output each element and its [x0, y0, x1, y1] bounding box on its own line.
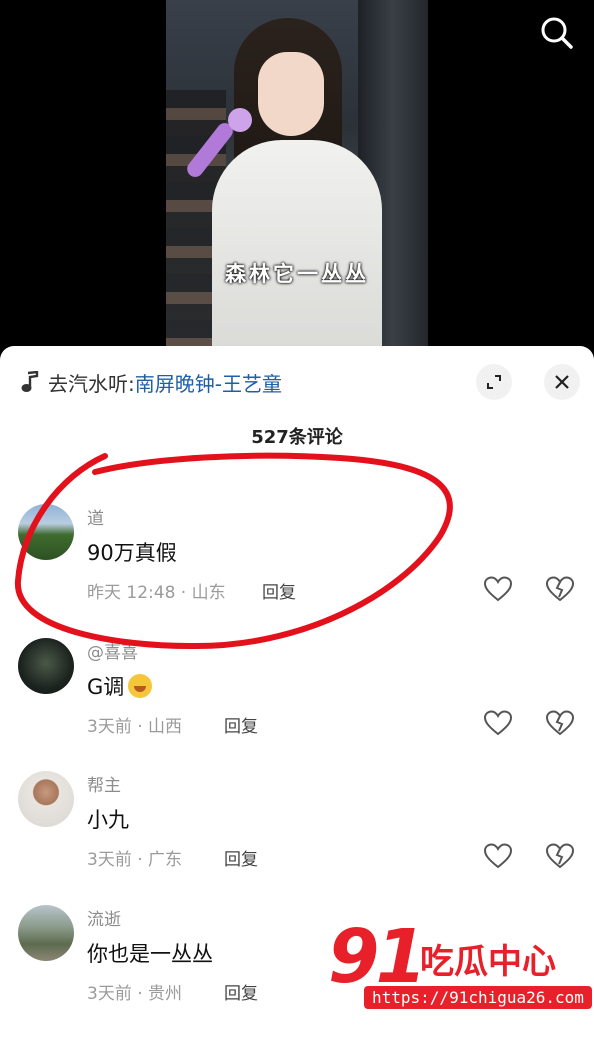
expand-button[interactable] — [476, 364, 512, 400]
search-button[interactable] — [538, 14, 576, 52]
broken-heart-icon[interactable] — [546, 576, 574, 602]
comment-item: @喜喜 G调 3天前 · 山西 回复 — [0, 638, 594, 758]
comment-username[interactable]: 流逝 — [87, 905, 121, 930]
comment-username[interactable]: 道 — [87, 504, 104, 529]
microphone-head — [228, 108, 252, 132]
comment-text: G调 — [87, 671, 153, 701]
comment-text: 90万真假 — [87, 541, 177, 565]
comment-meta: 3天前 · 山西 — [87, 717, 183, 737]
singer-body — [212, 140, 382, 360]
avatar[interactable] — [18, 504, 74, 560]
music-note-icon — [21, 371, 39, 392]
broken-heart-icon[interactable] — [546, 843, 574, 869]
crying-laughing-emoji — [128, 674, 153, 698]
comment-username[interactable]: 帮主 — [87, 771, 121, 796]
avatar[interactable] — [18, 638, 74, 694]
comment-count: 527条评论 — [251, 427, 343, 448]
site-watermark: 91 吃瓜中心 https://91chigua26.com — [326, 914, 592, 1024]
avatar[interactable] — [18, 771, 74, 827]
comment-meta: 昨天 12:48 · 山东 — [87, 583, 226, 603]
heart-icon[interactable] — [484, 710, 512, 736]
avatar[interactable] — [18, 905, 74, 961]
video-frame — [166, 0, 428, 360]
watermark-brand: 吃瓜中心 — [420, 942, 556, 982]
search-icon — [541, 17, 573, 49]
reply-button[interactable]: 回复 — [224, 979, 258, 1004]
close-icon — [555, 375, 569, 389]
comment-text-content: G调 — [87, 675, 125, 699]
reply-button[interactable]: 回复 — [224, 845, 258, 870]
music-prefix: 去汽水听: — [48, 371, 135, 396]
video-subtitle: 森林它一丛丛 — [225, 262, 369, 286]
comment-text: 你也是一丛丛 — [87, 942, 213, 966]
comment-meta: 3天前 · 广东 — [87, 850, 183, 870]
watermark-url: https://91chigua26.com — [364, 986, 592, 1009]
comment-meta: 3天前 · 贵州 — [87, 984, 183, 1004]
expand-icon — [487, 375, 501, 389]
close-button[interactable] — [544, 364, 580, 400]
comment-item: 道 90万真假 昨天 12:48 · 山东 回复 — [0, 504, 594, 624]
reply-button[interactable]: 回复 — [224, 712, 258, 737]
comment-username[interactable]: @喜喜 — [87, 638, 138, 663]
comment-item: 帮主 小九 3天前 · 广东 回复 — [0, 771, 594, 891]
heart-icon[interactable] — [484, 576, 512, 602]
reply-button[interactable]: 回复 — [262, 578, 296, 603]
broken-heart-icon[interactable] — [546, 710, 574, 736]
heart-icon[interactable] — [484, 843, 512, 869]
video-player[interactable]: 森林它一丛丛 — [0, 0, 594, 360]
music-song-title[interactable]: 南屏晚钟-王艺童 — [135, 368, 282, 397]
music-link[interactable]: 去汽水听: 南屏晚钟-王艺童 — [20, 368, 282, 396]
singer-face — [258, 52, 324, 136]
comment-text: 小九 — [87, 808, 129, 832]
